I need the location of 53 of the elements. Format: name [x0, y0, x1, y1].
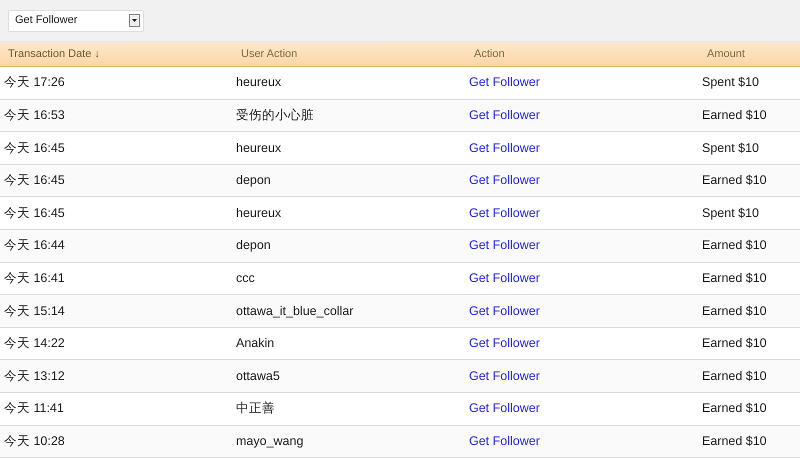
amount-cell-text: Earned $10 — [701, 172, 768, 190]
action-link[interactable]: Get Follower — [466, 268, 699, 288]
date-cell-text: 今天 17:26 — [3, 74, 66, 92]
user-cell-text: Anakin — [235, 335, 276, 352]
action-link[interactable]: Get Follower — [466, 432, 699, 451]
date-cell-text: 今天 14:22 — [3, 335, 66, 352]
user-cell-text: mayo_wang — [235, 432, 304, 450]
date-cell-text: 今天 11:41 — [3, 400, 65, 418]
column-header[interactable]: Action — [466, 46, 699, 62]
user-cell-text: ottawa_it_blue_collar — [235, 302, 354, 320]
column-header[interactable]: Transaction Date ↓ — [0, 46, 233, 62]
user-cell-text: heureux — [235, 204, 282, 222]
user-cell-text: depon — [235, 172, 272, 190]
action-link[interactable]: Get Follower — [466, 399, 699, 418]
action-link[interactable]: Get Follower — [466, 302, 699, 320]
amount-cell-text: Earned $10 — [701, 335, 768, 352]
date-cell-text: 今天 16:45 — [3, 204, 66, 222]
user-cell-text: ccc — [235, 270, 256, 287]
date-cell-text: 今天 15:14 — [3, 302, 66, 320]
amount-cell-text: Spent $10 — [701, 204, 760, 222]
user-cell-text: heureux — [235, 140, 282, 157]
action-link[interactable]: Get Follower — [466, 106, 699, 125]
date-cell-text: 今天 13:12 — [3, 368, 66, 385]
date-cell-text: 今天 10:28 — [3, 432, 66, 450]
action-link[interactable]: Get Follower — [466, 334, 699, 353]
action-link[interactable]: Get Follower — [466, 236, 699, 256]
date-cell-text: 今天 16:41 — [3, 270, 66, 287]
action-link[interactable]: Get Follower — [466, 204, 699, 223]
user-cell-text: ottawa5 — [235, 368, 281, 385]
date-cell-text: 今天 16:45 — [3, 140, 66, 157]
user-cell-text: heureux — [235, 74, 282, 92]
amount-cell-text: Earned $10 — [701, 270, 768, 287]
action-link[interactable]: Get Follower — [466, 171, 699, 190]
action-link[interactable]: Get Follower — [466, 73, 699, 92]
action-link[interactable]: Get Follower — [466, 366, 699, 386]
amount-cell-text: Earned $10 — [701, 432, 768, 450]
amount-cell-text: Spent $10 — [701, 140, 760, 157]
date-cell-text: 今天 16:44 — [3, 237, 66, 254]
action-link[interactable]: Get Follower — [466, 138, 699, 158]
column-header[interactable]: Amount — [699, 46, 800, 62]
user-cell-text: depon — [235, 237, 272, 254]
amount-cell-text: Earned $10 — [701, 400, 768, 418]
filter-dropdown[interactable]: Get Follower — [8, 10, 144, 32]
amount-cell-text: Spent $10 — [701, 74, 760, 92]
user-cell-text: 中正善 — [235, 400, 276, 418]
column-header[interactable]: User Action — [233, 46, 466, 62]
amount-cell-text: Earned $10 — [701, 302, 768, 320]
user-cell-text: 受伤的小心脏 — [235, 107, 315, 124]
date-cell-text: 今天 16:53 — [3, 107, 66, 124]
amount-cell-text: Earned $10 — [701, 107, 768, 124]
amount-cell-text: Earned $10 — [701, 368, 768, 385]
date-cell-text: 今天 16:45 — [3, 172, 66, 190]
amount-cell-text: Earned $10 — [701, 237, 768, 254]
